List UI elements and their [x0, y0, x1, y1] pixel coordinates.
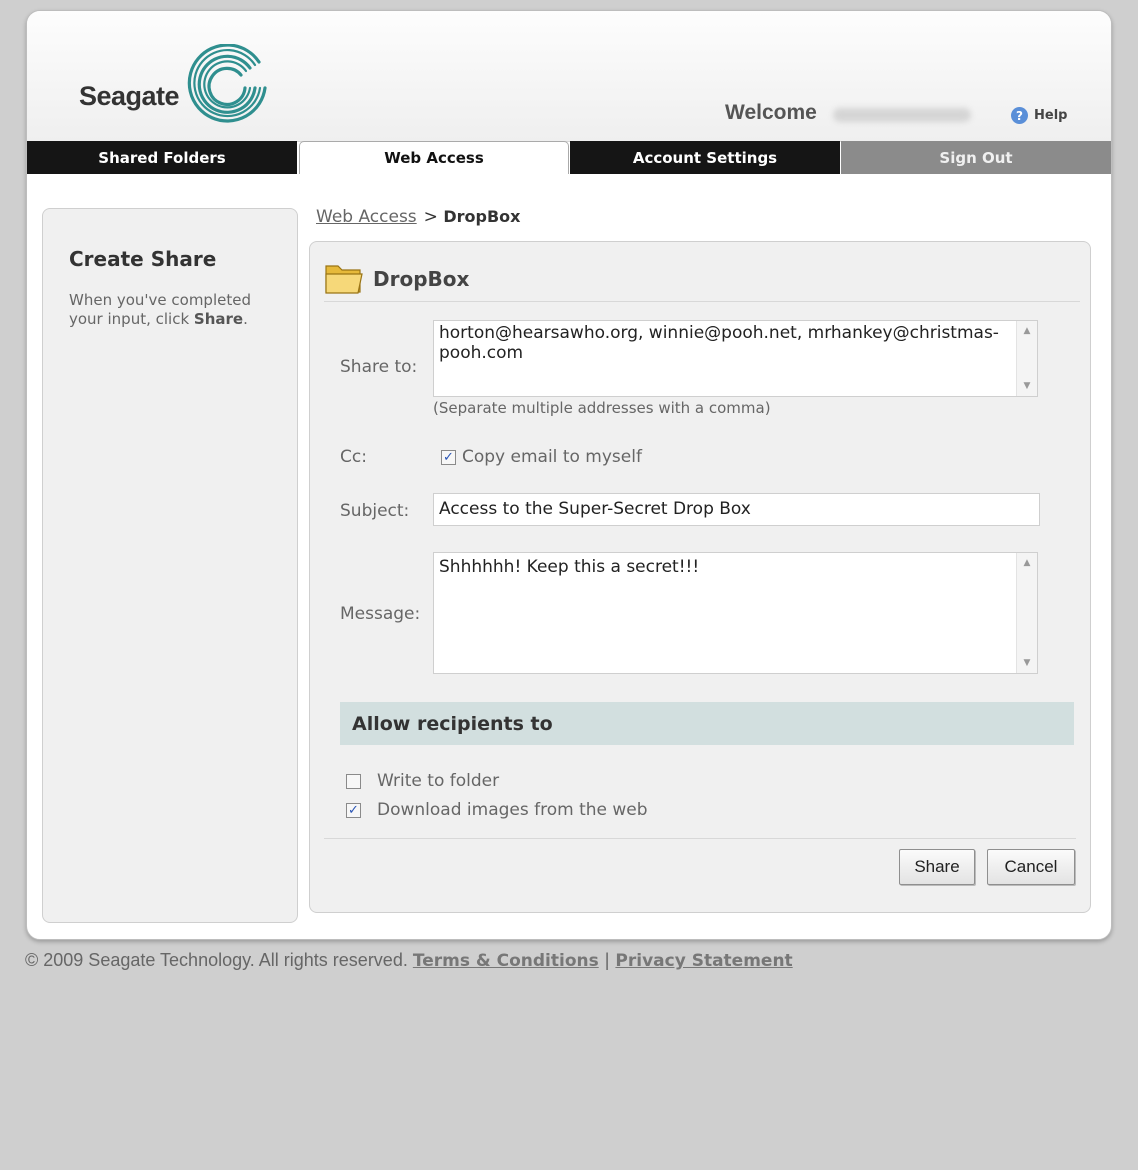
logo-text: Seagate — [79, 81, 180, 111]
message-label: Message: — [340, 604, 421, 624]
header: Seagate Welcome ? Help — [27, 11, 1111, 142]
breadcrumb-web-access[interactable]: Web Access — [316, 207, 417, 227]
message-field[interactable]: Shhhhhh! Keep this a secret!!! ▲ ▼ — [433, 552, 1038, 674]
copyright-text: © 2009 Seagate Technology. All rights re… — [25, 950, 408, 970]
download-images-label: Download images from the web — [377, 800, 648, 820]
share-to-value: horton@hearsawho.org, winnie@pooh.net, m… — [439, 323, 999, 363]
write-to-folder-checkbox[interactable] — [346, 774, 361, 789]
footer: © 2009 Seagate Technology. All rights re… — [25, 950, 793, 971]
help-link[interactable]: ? Help — [1011, 107, 1067, 124]
breadcrumb-separator: > — [423, 207, 438, 227]
hint-bold: Share — [193, 310, 244, 328]
hint-suffix: . — [243, 310, 248, 328]
share-to-label: Share to: — [340, 357, 418, 377]
breadcrumb: Web Access > DropBox — [316, 207, 520, 227]
cc-checkbox[interactable]: ✓ — [441, 450, 456, 465]
subject-label: Subject: — [340, 501, 410, 521]
username-redacted — [833, 108, 971, 122]
welcome-text: Welcome — [725, 101, 817, 124]
help-label: Help — [1034, 108, 1068, 123]
sidebar-hint: When you've completed your input, click … — [69, 291, 279, 329]
seagate-logo-icon — [187, 44, 267, 123]
permissions-heading: Allow recipients to — [352, 713, 553, 735]
privacy-link[interactable]: Privacy Statement — [615, 951, 792, 971]
cancel-button[interactable]: Cancel — [987, 849, 1075, 885]
scroll-down-icon[interactable]: ▼ — [1017, 381, 1037, 391]
main-tabs: Shared Folders Web Access Account Settin… — [27, 141, 1111, 174]
scroll-up-icon[interactable]: ▲ — [1017, 326, 1037, 336]
main-frame: Seagate Welcome ? Help Shared Folders We… — [26, 10, 1112, 940]
message-scrollbar[interactable]: ▲ ▼ — [1016, 553, 1037, 673]
folder-icon — [325, 265, 363, 294]
permissions-header: Allow recipients to — [340, 702, 1074, 745]
share-to-helper: (Separate multiple addresses with a comm… — [433, 399, 771, 417]
share-button[interactable]: Share — [899, 849, 975, 885]
scroll-down-icon[interactable]: ▼ — [1017, 658, 1037, 668]
tab-sign-out[interactable]: Sign Out — [841, 141, 1111, 174]
panel-title: DropBox — [373, 267, 470, 291]
tab-shared-folders[interactable]: Shared Folders — [27, 141, 297, 174]
tab-web-access[interactable]: Web Access — [299, 141, 569, 174]
scroll-up-icon[interactable]: ▲ — [1017, 558, 1037, 568]
write-to-folder-label: Write to folder — [377, 771, 500, 791]
share-panel: DropBox Share to: horton@hearsawho.org, … — [309, 241, 1091, 913]
terms-link[interactable]: Terms & Conditions — [413, 951, 599, 971]
download-images-checkbox[interactable]: ✓ — [346, 803, 361, 818]
divider — [324, 838, 1076, 839]
share-to-field[interactable]: horton@hearsawho.org, winnie@pooh.net, m… — [433, 320, 1038, 397]
breadcrumb-current: DropBox — [443, 207, 521, 226]
panel-header: DropBox — [324, 258, 1080, 302]
cc-checkbox-label: Copy email to myself — [462, 447, 642, 467]
subject-input[interactable]: Access to the Super-Secret Drop Box — [433, 493, 1040, 526]
tab-account-settings[interactable]: Account Settings — [570, 141, 840, 174]
share-to-scrollbar[interactable]: ▲ ▼ — [1016, 321, 1037, 396]
message-value: Shhhhhh! Keep this a secret!!! — [439, 557, 700, 577]
sidebar: Create Share When you've completed your … — [42, 208, 298, 923]
cc-label: Cc: — [340, 447, 367, 467]
sidebar-title: Create Share — [69, 247, 217, 271]
help-icon: ? — [1011, 107, 1028, 124]
footer-separator: | — [604, 950, 610, 970]
